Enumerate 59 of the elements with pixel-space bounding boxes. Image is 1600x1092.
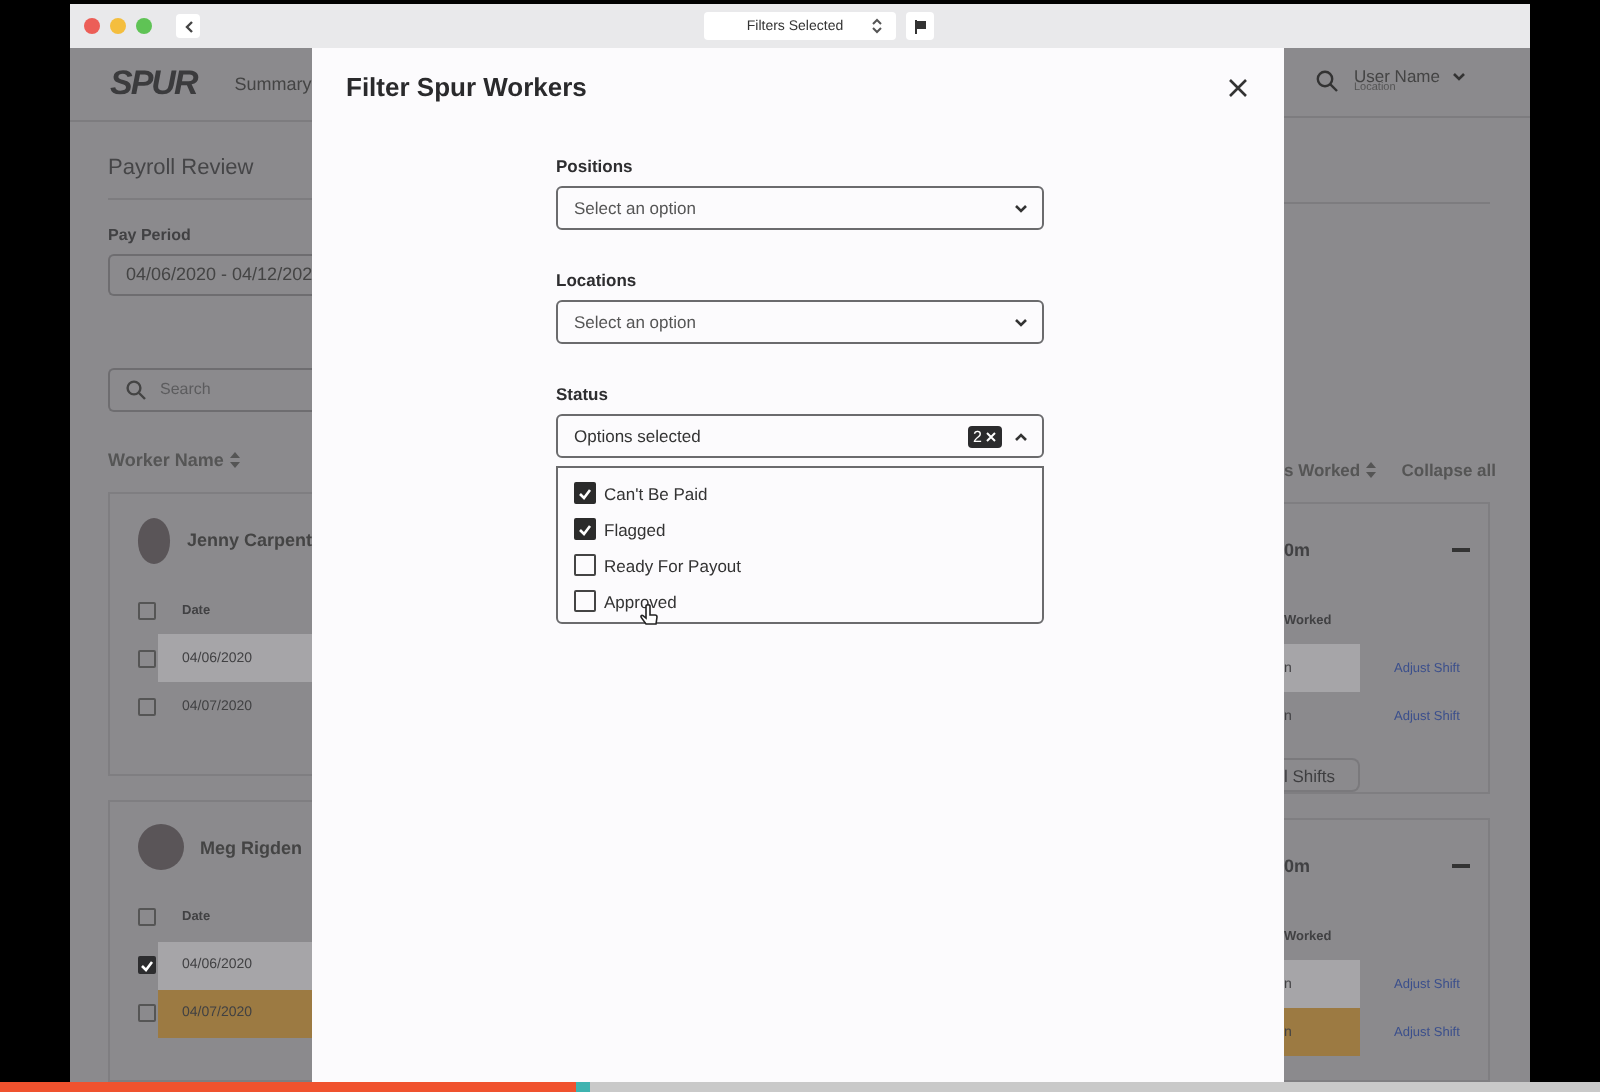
check-icon — [578, 487, 592, 499]
select-field[interactable]: Select an option — [556, 186, 1044, 230]
column-header[interactable]: Worker Name — [108, 449, 224, 470]
select-field[interactable]: Options selected 2 — [556, 414, 1044, 458]
checkbox[interactable] — [138, 601, 156, 620]
logo[interactable]: SPUR — [110, 63, 197, 104]
select-field[interactable]: Select an option — [556, 300, 1044, 344]
close-button[interactable] — [1224, 73, 1252, 101]
back-button[interactable] — [176, 14, 200, 38]
worker-name: Meg Rigden — [200, 837, 302, 858]
check-icon — [578, 523, 592, 535]
avatar — [138, 824, 184, 871]
collapse-all-link[interactable]: Collapse all — [1401, 460, 1496, 481]
checkbox[interactable] — [138, 1004, 156, 1023]
checkbox[interactable] — [138, 956, 156, 975]
chevron-left-icon — [183, 19, 193, 33]
search-icon[interactable] — [1316, 70, 1338, 93]
checkbox[interactable] — [138, 649, 156, 668]
option-label[interactable]: Approved — [604, 591, 677, 611]
checkbox[interactable] — [574, 482, 596, 504]
flag-button[interactable] — [906, 12, 934, 40]
checkbox[interactable] — [574, 518, 596, 540]
chevron-down-icon — [1451, 71, 1466, 82]
video-progress-bar[interactable] — [0, 1082, 1600, 1092]
close-window-button[interactable] — [84, 18, 100, 34]
option-label[interactable]: Flagged — [604, 519, 666, 539]
avatar — [138, 517, 171, 564]
collapse-icon[interactable] — [1452, 548, 1470, 553]
nav-link[interactable]: Summary — [234, 73, 312, 94]
field-label: Status — [556, 384, 610, 404]
checkbox[interactable] — [138, 697, 156, 716]
hours-total: 0m — [1284, 856, 1311, 877]
checkbox[interactable] — [138, 908, 156, 927]
up-down-icon — [871, 18, 882, 34]
search-icon — [126, 379, 146, 400]
flag-icon — [914, 19, 926, 33]
sort-icon[interactable] — [229, 451, 240, 468]
count-badge[interactable]: 2 — [967, 425, 1002, 447]
column-header[interactable]: s Worked — [1284, 460, 1361, 481]
worker-name: Jenny Carpent — [186, 530, 312, 551]
field-label: Locations — [556, 270, 639, 290]
date-range-field[interactable]: 04/06/2020 - 04/12/202 — [108, 253, 312, 296]
buffer-marker — [576, 1082, 590, 1092]
field-label: Pay Period — [108, 225, 193, 244]
field-label: Positions — [556, 156, 635, 176]
chevron-down-icon — [1014, 317, 1028, 327]
collapse-icon[interactable] — [1452, 864, 1470, 869]
hours-total: 0m — [1284, 540, 1311, 561]
checkbox[interactable] — [574, 590, 596, 612]
option-label[interactable]: Ready For Payout — [604, 555, 742, 575]
panel-title: Filter Spur Workers — [346, 72, 587, 102]
chevron-up-icon — [1014, 431, 1028, 441]
checkbox[interactable] — [574, 554, 596, 576]
option-label[interactable]: Can't Be Paid — [604, 483, 708, 503]
user-name[interactable]: User Name — [1354, 67, 1440, 85]
chevron-down-icon — [1014, 203, 1028, 213]
shifts-button[interactable]: l Shifts — [1284, 758, 1360, 793]
sort-icon[interactable] — [1366, 462, 1377, 479]
check-icon — [140, 959, 154, 972]
